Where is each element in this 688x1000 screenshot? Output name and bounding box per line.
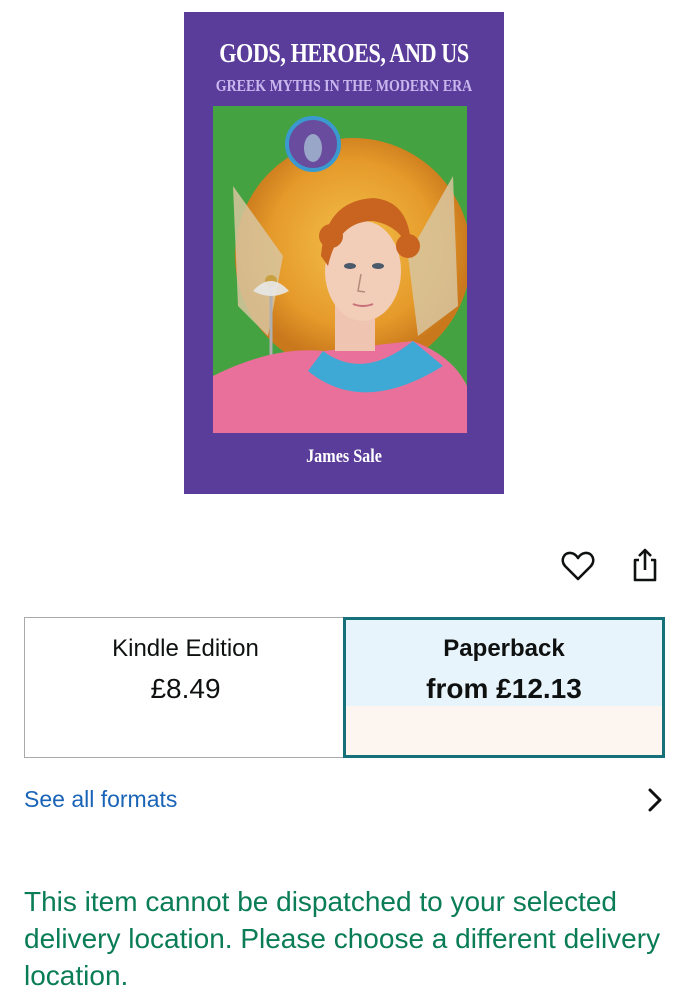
wishlist-button[interactable] <box>560 548 596 584</box>
cover-illustration <box>213 106 467 433</box>
format-price: £8.49 <box>150 673 221 704</box>
dispatch-warning: This item cannot be dispatched to your s… <box>24 886 661 991</box>
chevron-right-icon[interactable] <box>644 786 666 814</box>
format-option-kindle[interactable]: Kindle Edition £8.49 <box>24 617 346 758</box>
format-name: Paperback <box>443 635 565 662</box>
format-option-paperback[interactable]: Paperback from £12.13 <box>343 617 665 758</box>
see-all-formats-link[interactable]: See all formats <box>24 786 177 813</box>
book-cover[interactable]: GODS, HEROES, AND US GREEK MYTHS IN THE … <box>184 12 504 494</box>
format-name: Kindle Edition <box>112 635 259 662</box>
heart-icon <box>561 551 595 581</box>
selected-footer <box>346 706 662 755</box>
format-selector: Kindle Edition £8.49 Paperback from £12.… <box>24 617 665 758</box>
cover-author: James Sale <box>306 446 382 467</box>
format-price: from £12.13 <box>426 673 582 704</box>
share-icon <box>633 548 657 582</box>
cover-subtitle: GREEK MYTHS IN THE MODERN ERA <box>215 76 473 95</box>
cover-title: GODS, HEROES, AND US <box>219 38 469 68</box>
share-button[interactable] <box>627 547 663 583</box>
